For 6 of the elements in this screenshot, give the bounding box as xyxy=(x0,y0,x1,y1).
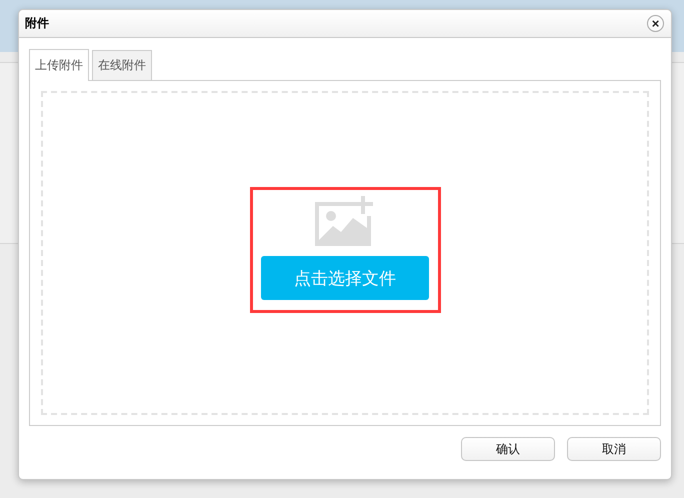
dialog-button[interactable]: 取消 xyxy=(567,437,661,461)
close-button[interactable]: × xyxy=(647,15,664,32)
tab[interactable]: 在线附件 xyxy=(92,50,152,80)
dialog-title: 附件 xyxy=(25,15,49,32)
tab[interactable]: 上传附件 xyxy=(29,49,89,81)
dialog-button[interactable]: 确认 xyxy=(461,437,555,461)
